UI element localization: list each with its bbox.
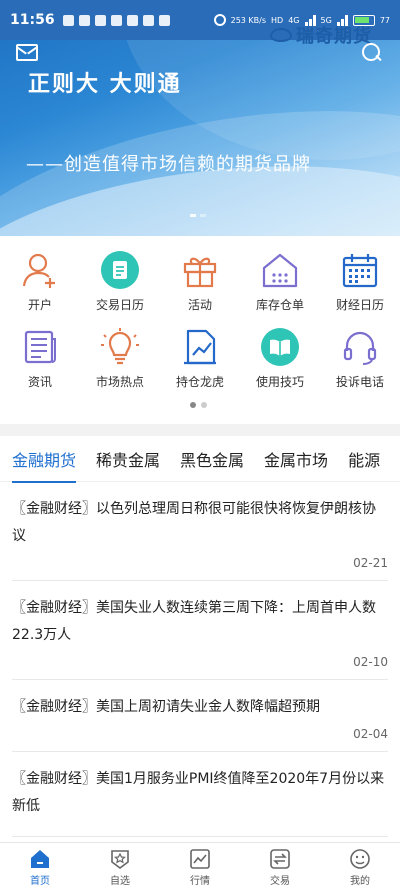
exchange-icon (269, 848, 291, 870)
mail-icon[interactable] (16, 44, 38, 61)
nav-home[interactable]: 首页 (0, 843, 80, 891)
book-icon (260, 327, 300, 367)
news-title: 〖金融财经〗以色列总理周日称很可能很快将恢复伊朗核协议 (12, 501, 376, 544)
headset-icon (340, 327, 380, 367)
chart-doc-icon (180, 327, 220, 367)
nav-mine[interactable]: 我的 (320, 843, 400, 891)
profile-face-icon (349, 848, 371, 870)
quick-actions-panel: 开户 交易日历 活动 库存仓单 财经日历 资讯 市场热点 持仓龙虎 使用技巧 投… (0, 236, 400, 424)
pager-dot-active (190, 214, 196, 217)
user-add-icon (20, 250, 60, 290)
news-date: 02-04 (353, 727, 388, 741)
quick-action-finance-calendar[interactable]: 财经日历 (320, 250, 400, 327)
news-list: 〖金融财经〗以色列总理周日称很可能很快将恢复伊朗核协议 02-21 〖金融财经〗… (0, 482, 400, 837)
bottom-nav: 首页 自选 行情 交易 我的 (0, 842, 400, 891)
star-shield-icon (109, 848, 131, 870)
notification-icons (62, 14, 170, 26)
hero-banner[interactable]: 11:56 253 KB/s HD 4G 5G 77 瑞奇期货 正则大 大则通 … (0, 0, 400, 236)
alarm-icon (213, 14, 226, 26)
tab-ferrous-metals[interactable]: 黑色金属 (180, 436, 244, 483)
app-notification-icon (142, 14, 154, 26)
quick-action-news[interactable]: 资讯 (0, 327, 80, 404)
brand-name: 瑞奇期货 (296, 26, 372, 47)
news-date: 02-21 (353, 556, 388, 570)
news-item[interactable]: 〖金融财经〗美国上周初请失业金人数降幅超预期 02-04 (12, 680, 388, 752)
search-icon[interactable] (362, 43, 382, 63)
quick-action-trade-calendar[interactable]: 交易日历 (80, 250, 160, 327)
chart-icon (189, 848, 211, 870)
news-section: 金融期货 稀贵金属 黑色金属 金属市场 能源 〖金融财经〗以色列总理周日称很可能… (0, 436, 400, 842)
tab-financial-futures[interactable]: 金融期货 (12, 436, 77, 483)
quick-action-activity[interactable]: 活动 (160, 250, 240, 327)
quick-action-tips[interactable]: 使用技巧 (240, 327, 320, 404)
gift-icon (180, 250, 220, 290)
quick-action-open-account[interactable]: 开户 (0, 250, 80, 327)
pager-dot-active (190, 402, 196, 408)
home-icon (29, 848, 51, 870)
tab-precious-metals[interactable]: 稀贵金属 (96, 436, 160, 483)
tab-metal-market[interactable]: 金属市场 (264, 436, 328, 483)
warehouse-icon (260, 250, 300, 290)
pager-dot (201, 402, 207, 408)
nav-watchlist[interactable]: 自选 (80, 843, 160, 891)
news-title: 〖金融财经〗美国上周初请失业金人数降幅超预期 (12, 699, 320, 715)
quick-action-warehouse[interactable]: 库存仓单 (240, 250, 320, 327)
grid-pager (190, 402, 207, 408)
lightbulb-icon (100, 327, 140, 367)
calendar-grid-icon (340, 250, 380, 290)
hero-subslogan: ——创造值得市场信赖的期货品牌 (26, 154, 311, 175)
news-title: 〖金融财经〗美国1月服务业PMI终值降至2020年7月份以来新低 (12, 771, 385, 814)
quick-action-position-ranking[interactable]: 持仓龙虎 (160, 327, 240, 404)
brand-logo: 瑞奇期货 (270, 22, 372, 48)
news-title: 〖金融财经〗美国失业人数连续第三周下降：上周首申人数22.3万人 (12, 600, 376, 643)
news-item[interactable]: 〖金融财经〗以色列总理周日称很可能很快将恢复伊朗核协议 02-21 (12, 482, 388, 581)
tab-energy[interactable]: 能源 (348, 436, 380, 483)
app-notification-icon (158, 14, 170, 26)
news-item[interactable]: 〖金融财经〗美国失业人数连续第三周下降：上周首申人数22.3万人 02-10 (12, 581, 388, 680)
net-speed: 253 KB/s (230, 15, 267, 25)
app-notification-icon (78, 14, 90, 26)
app-notification-icon (126, 14, 138, 26)
app-notification-icon (62, 14, 74, 26)
status-time: 11:56 (10, 12, 55, 28)
nav-trade[interactable]: 交易 (240, 843, 320, 891)
quick-action-complaint-phone[interactable]: 投诉电话 (320, 327, 400, 404)
category-tabs: 金融期货 稀贵金属 黑色金属 金属市场 能源 (0, 436, 400, 483)
battery-level: 77 (379, 15, 390, 25)
news-item[interactable]: 〖金融财经〗美国1月服务业PMI终值降至2020年7月份以来新低 (12, 752, 388, 837)
logo-mark-icon (270, 28, 292, 42)
app-notification-icon (110, 14, 122, 26)
hero-slogan: 正则大 大则通 (28, 72, 182, 97)
news-icon (20, 327, 60, 367)
news-date: 02-10 (353, 655, 388, 669)
banner-pager (190, 214, 206, 217)
pager-dot (200, 214, 206, 217)
quick-action-market-hotspot[interactable]: 市场热点 (80, 327, 160, 404)
app-notification-icon (94, 14, 106, 26)
calendar-doc-icon (100, 250, 140, 290)
nav-market[interactable]: 行情 (160, 843, 240, 891)
